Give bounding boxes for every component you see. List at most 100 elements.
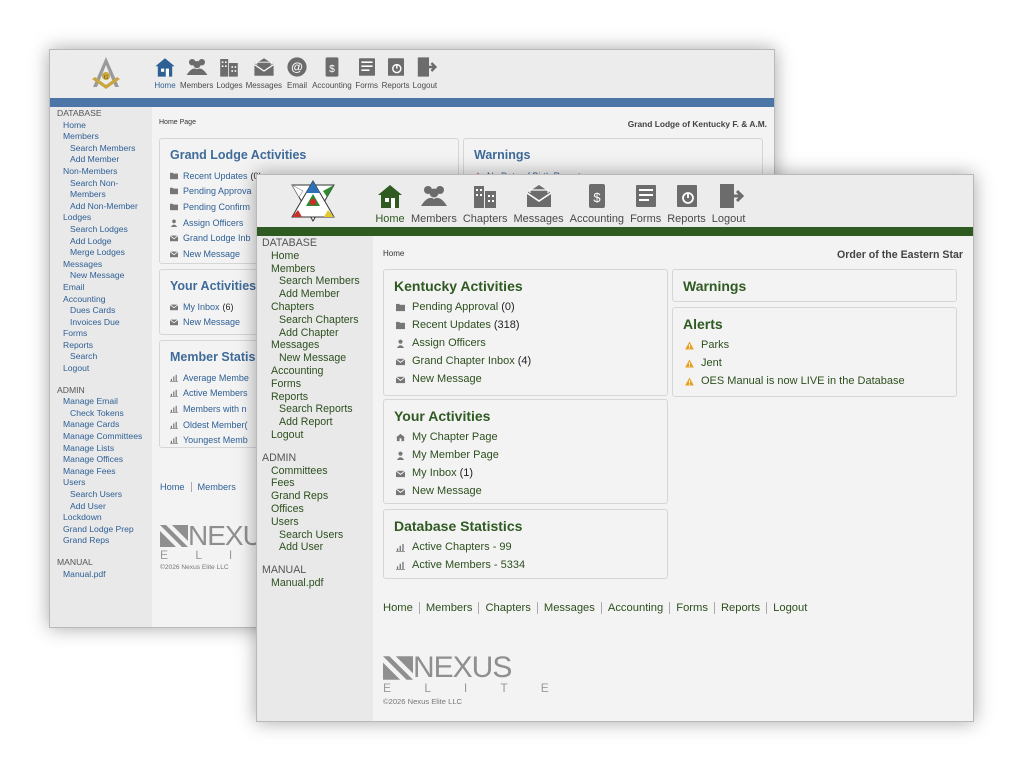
sidebar-link[interactable]: Home: [257, 250, 373, 263]
eastern-star-logo[interactable]: [289, 180, 337, 224]
footer-link-accounting[interactable]: Accounting: [602, 602, 671, 614]
sidebar-link[interactable]: Add Member: [50, 154, 152, 166]
nav-forms[interactable]: Forms: [355, 55, 379, 90]
sidebar-link[interactable]: Manual.pdf: [50, 569, 152, 581]
list-item[interactable]: Recent Updates (318): [384, 316, 667, 334]
footer-link-members[interactable]: Members: [420, 602, 480, 614]
footer-link-reports[interactable]: Reports: [715, 602, 768, 614]
sidebar-link[interactable]: Logout: [257, 429, 373, 442]
list-item[interactable]: Assign Officers: [384, 334, 667, 352]
sidebar-link[interactable]: Reports: [257, 391, 373, 404]
sidebar-link[interactable]: Logout: [50, 363, 152, 375]
list-item[interactable]: Grand Chapter Inbox (4): [384, 352, 667, 370]
sidebar-link[interactable]: Add Lodge: [50, 236, 152, 248]
footer-link-forms[interactable]: Forms: [670, 602, 715, 614]
sidebar-link[interactable]: Manage Offices: [50, 454, 152, 466]
nav-messages[interactable]: Messages: [513, 181, 564, 225]
list-item[interactable]: My Inbox (1): [384, 464, 667, 482]
nav-home[interactable]: Home: [375, 181, 405, 225]
sidebar-link[interactable]: Add Non-Member: [50, 201, 152, 213]
sidebar-link[interactable]: Invoices Due: [50, 317, 152, 329]
sidebar-link[interactable]: Merge Lodges: [50, 247, 152, 259]
list-item[interactable]: My Member Page: [384, 446, 667, 464]
sidebar-link[interactable]: Search Non-: [50, 178, 152, 190]
list-item[interactable]: OES Manual is now LIVE in the Database: [673, 372, 956, 390]
sidebar-link[interactable]: Reports: [50, 340, 152, 352]
sidebar-link[interactable]: Accounting: [50, 294, 152, 306]
sidebar-link[interactable]: Fees: [257, 477, 373, 490]
list-item[interactable]: New Message: [384, 482, 667, 500]
sidebar-link[interactable]: Manual.pdf: [257, 577, 373, 590]
sidebar-link[interactable]: Check Tokens: [50, 408, 152, 420]
sidebar-link[interactable]: Home: [50, 120, 152, 132]
sidebar-link[interactable]: Manage Fees: [50, 466, 152, 478]
list-item[interactable]: New Message: [384, 370, 667, 388]
sidebar-link[interactable]: Search Users: [50, 489, 152, 501]
sidebar-link[interactable]: Members: [50, 189, 152, 201]
sidebar-link[interactable]: Chapters: [257, 301, 373, 314]
footer-link-logout[interactable]: Logout: [767, 602, 813, 614]
sidebar-link[interactable]: Add Report: [257, 416, 373, 429]
sidebar-link[interactable]: Search Reports: [257, 403, 373, 416]
nav-accounting[interactable]: $ Accounting: [570, 181, 624, 225]
sidebar-link[interactable]: Search Lodges: [50, 224, 152, 236]
sidebar-link[interactable]: Members: [257, 263, 373, 276]
sidebar-link[interactable]: New Message: [257, 352, 373, 365]
list-item[interactable]: My Chapter Page: [384, 428, 667, 446]
sidebar-link[interactable]: Lockdown: [50, 512, 152, 524]
sidebar-link[interactable]: Add Member: [257, 288, 373, 301]
list-item[interactable]: Parks: [673, 336, 956, 354]
sidebar-link[interactable]: Non-Members: [50, 166, 152, 178]
masonic-square-compass-logo[interactable]: G: [88, 55, 124, 91]
sidebar-link[interactable]: Dues Cards: [50, 305, 152, 317]
nav-email[interactable]: @ Email: [285, 55, 309, 90]
sidebar-link[interactable]: Messages: [50, 259, 152, 271]
sidebar-link[interactable]: Grand Lodge Prep: [50, 524, 152, 536]
sidebar-link[interactable]: Users: [257, 516, 373, 529]
nav-logout[interactable]: Logout: [712, 181, 745, 225]
sidebar-link[interactable]: Users: [50, 477, 152, 489]
sidebar-link[interactable]: Offices: [257, 503, 373, 516]
sidebar-link[interactable]: Add User: [257, 541, 373, 554]
sidebar-link[interactable]: Search: [50, 351, 152, 363]
nav-reports[interactable]: Reports: [382, 55, 410, 90]
sidebar-link[interactable]: Search Users: [257, 529, 373, 542]
sidebar-link[interactable]: New Message: [50, 270, 152, 282]
nav-reports[interactable]: Reports: [667, 181, 706, 225]
sidebar-link[interactable]: Manage Committees: [50, 431, 152, 443]
footer-link-home[interactable]: Home: [383, 602, 420, 614]
sidebar-link[interactable]: Manage Email: [50, 396, 152, 408]
list-item[interactable]: Active Chapters - 99: [384, 538, 667, 556]
nav-lodges[interactable]: Lodges: [216, 55, 243, 90]
sidebar-link[interactable]: Manage Cards: [50, 419, 152, 431]
sidebar-link[interactable]: Messages: [257, 339, 373, 352]
list-item[interactable]: Jent: [673, 354, 956, 372]
sidebar-link[interactable]: Forms: [257, 378, 373, 391]
footer-link-chapters[interactable]: Chapters: [479, 602, 538, 614]
list-item[interactable]: Pending Approval (0): [384, 298, 667, 316]
footer-link-messages[interactable]: Messages: [538, 602, 602, 614]
sidebar-link[interactable]: Search Members: [257, 275, 373, 288]
sidebar-link[interactable]: Members: [50, 131, 152, 143]
list-item[interactable]: Active Members - 5334: [384, 556, 667, 574]
nav-members[interactable]: Members: [180, 55, 213, 90]
nav-logout[interactable]: Logout: [413, 55, 437, 90]
sidebar-link[interactable]: Search Chapters: [257, 314, 373, 327]
sidebar-link[interactable]: Add User: [50, 501, 152, 513]
sidebar-link[interactable]: Grand Reps: [257, 490, 373, 503]
sidebar-link[interactable]: Committees: [257, 465, 373, 478]
sidebar-link[interactable]: Grand Reps: [50, 535, 152, 547]
nav-messages[interactable]: Messages: [246, 55, 282, 90]
sidebar-link[interactable]: Lodges: [50, 212, 152, 224]
nav-chapters[interactable]: Chapters: [463, 181, 507, 225]
nav-members[interactable]: Members: [411, 181, 457, 225]
sidebar-link[interactable]: Forms: [50, 328, 152, 340]
sidebar-link[interactable]: Search Members: [50, 143, 152, 155]
sidebar-link[interactable]: Email: [50, 282, 152, 294]
sidebar-link[interactable]: Accounting: [257, 365, 373, 378]
sidebar-link[interactable]: Add Chapter: [257, 327, 373, 340]
footer-link-home[interactable]: Home: [160, 482, 192, 492]
nav-forms[interactable]: Forms: [630, 181, 661, 225]
nav-accounting[interactable]: $ Accounting: [312, 55, 352, 90]
nav-home[interactable]: Home: [153, 55, 177, 90]
